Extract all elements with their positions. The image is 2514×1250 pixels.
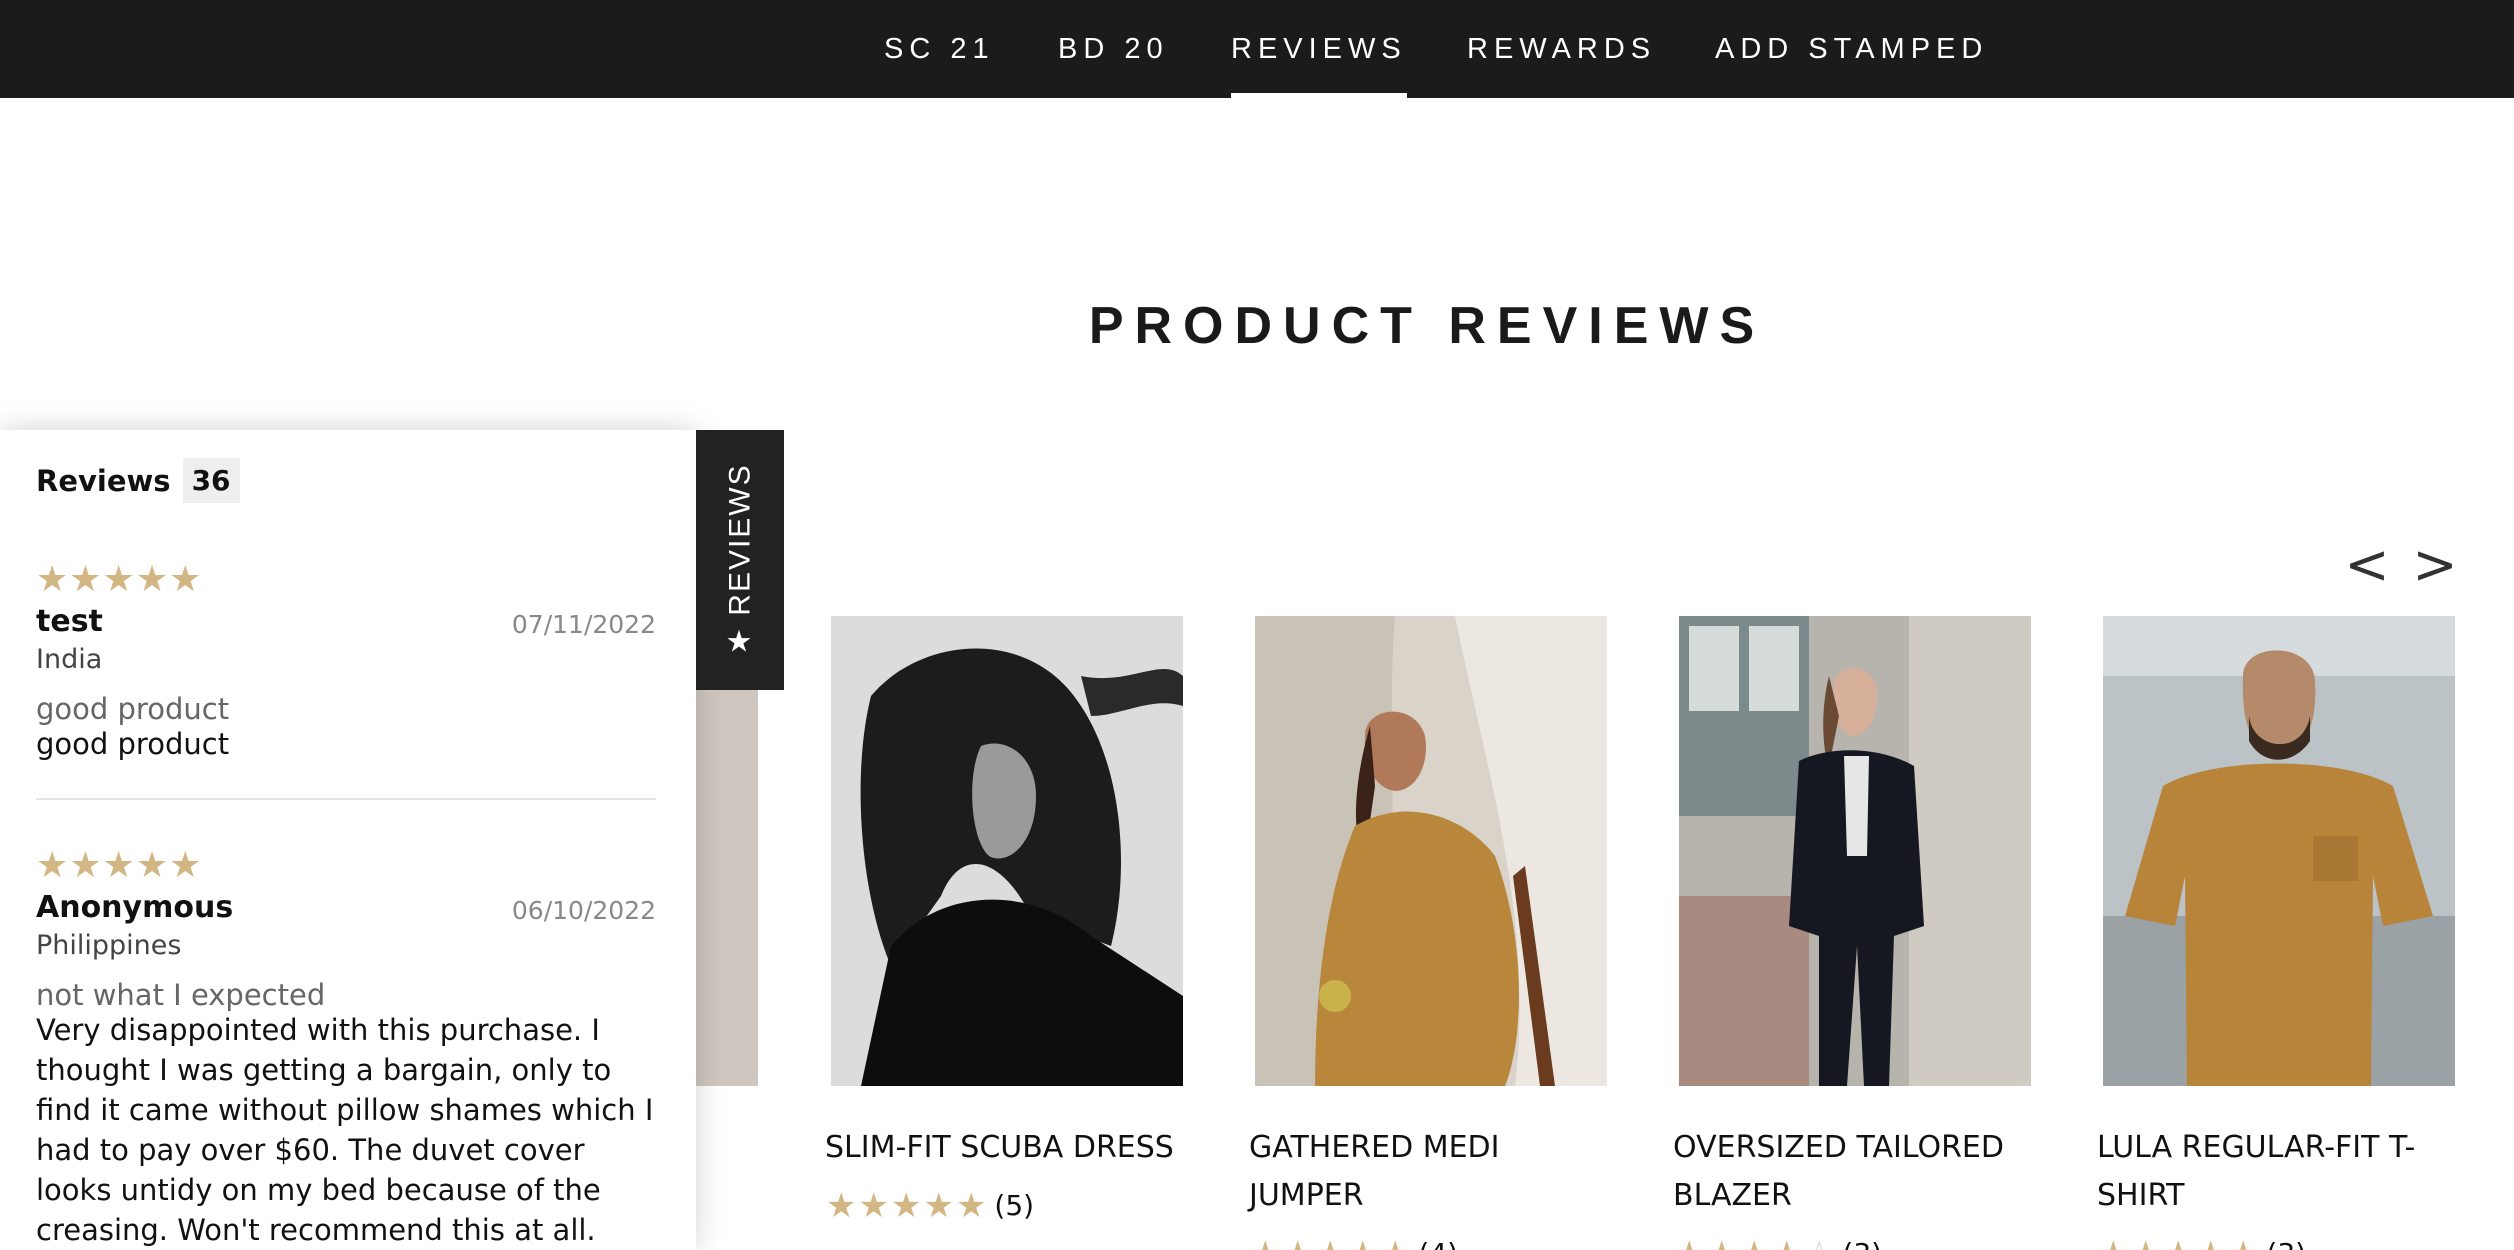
review-divider [36,798,656,800]
star-filled-icon: ★ [2098,1234,2130,1250]
star-empty-icon: ☆ [1804,1234,1836,1250]
reviews-panel-label: Reviews [36,463,171,498]
star-filled-icon: ★ [2163,1234,2195,1250]
review-title: not what I expected [36,978,326,1012]
star-filled-icon: ★ [1380,1234,1412,1250]
carousel-prev-button[interactable]: < [2342,535,2392,595]
rating-stars: ★★★★★ [826,1184,988,1228]
nav-item-bd20[interactable]: BD 20 [1058,0,1169,98]
star-filled-icon: ★ [858,1186,891,1226]
star-filled-icon: ★ [2130,1234,2162,1250]
rating-count: (3) [2266,1232,2306,1250]
page-title: PRODUCT REVIEWS [1088,297,1766,355]
product-rating-tailored-blazer[interactable]: ★★★★☆ (3) [1674,1232,2034,1250]
star-filled-icon: ★ [955,1186,989,1226]
rating-stars: ★★★★★ [1250,1232,1412,1250]
reviews-tab-content: ★ REVIEWS [723,463,758,658]
product-image-medi-jumper[interactable] [1255,616,1607,1086]
reviews-count-badge: 36 [182,458,240,503]
nav-item-reviews[interactable]: REVIEWS [1231,0,1407,98]
star-filled-icon: ★ [1282,1234,1314,1250]
star-filled-icon: ★ [1706,1234,1738,1250]
top-navigation: SC 21 BD 20 REVIEWS REWARDS ADD STAMPED [0,0,2514,98]
review-body: Very disappointed with this purchase. I … [36,1013,654,1247]
review-stars: ★★★★★ [36,845,203,886]
star-filled-icon: ★ [890,1186,924,1226]
rating-count: (3) [1842,1232,1882,1250]
review-body: good product [36,727,230,761]
review-stars: ★★★★★ [36,559,203,600]
reviews-tab-button[interactable]: ★ REVIEWS [696,430,784,690]
star-filled-icon: ★ [923,1186,956,1226]
review-item: ★★★★★ test 07/11/2022 India good product… [36,559,656,762]
review-author: test [36,604,103,639]
review-country: India [36,644,103,675]
star-filled-icon: ★ [826,1186,859,1226]
product-rating-lula-tshirt[interactable]: ★★★★★ (3) [2098,1232,2458,1250]
product-rating-scuba-dress[interactable]: ★★★★★ (5) [826,1184,1186,1228]
rating-stars: ★★★★★ [2098,1232,2260,1250]
product-rating-medi-jumper[interactable]: ★★★★★ (4) [1250,1232,1610,1250]
product-name-lula-tshirt[interactable]: LULA REGULAR-FIT T-SHIRT [2097,1124,2437,1220]
reviews-panel-header: Reviews 36 [36,458,240,503]
product-name-scuba-dress[interactable]: SLIM-FIT SCUBA DRESS [825,1124,1205,1172]
star-filled-icon: ★ [1771,1234,1803,1250]
carousel-next-button[interactable]: > [2410,535,2460,595]
reviews-panel: Reviews 36 ★★★★★ test 07/11/2022 India g… [0,430,696,1250]
product-name-medi-jumper[interactable]: GATHERED MEDI JUMPER [1249,1124,1589,1220]
rating-count: (5) [994,1189,1035,1222]
star-filled-icon: ★ [1739,1234,1771,1250]
product-image-lula-tshirt[interactable] [2103,616,2455,1086]
review-author: Anonymous [36,890,234,925]
product-image-scuba-dress[interactable] [831,616,1183,1086]
review-date: 07/11/2022 [511,610,656,639]
star-filled-icon: ★ [1347,1234,1379,1250]
rating-stars: ★★★★☆ [1674,1232,1836,1250]
star-filled-icon: ★ [1250,1234,1282,1250]
product-name-tailored-blazer[interactable]: OVERSIZED TAILORED BLAZER [1673,1124,2013,1220]
review-title: good product [36,692,230,726]
star-filled-icon: ★ [2195,1234,2227,1250]
star-icon: ★ [725,625,755,659]
nav-item-add-stamped[interactable]: ADD STAMPED [1715,0,1988,98]
star-filled-icon: ★ [2228,1234,2260,1250]
reviews-tab-label: REVIEWS [723,463,756,616]
star-filled-icon: ★ [1315,1234,1347,1250]
review-item: ★★★★★ Anonymous 06/10/2022 Philippines n… [36,846,656,1250]
review-date: 06/10/2022 [511,896,656,925]
review-country: Philippines [36,930,182,961]
nav-item-sc21[interactable]: SC 21 [884,0,995,98]
rating-count: (4) [1418,1232,1458,1250]
nav-item-rewards[interactable]: REWARDS [1467,0,1656,98]
star-filled-icon: ★ [1674,1234,1706,1250]
product-image-tailored-blazer[interactable] [1679,616,2031,1086]
